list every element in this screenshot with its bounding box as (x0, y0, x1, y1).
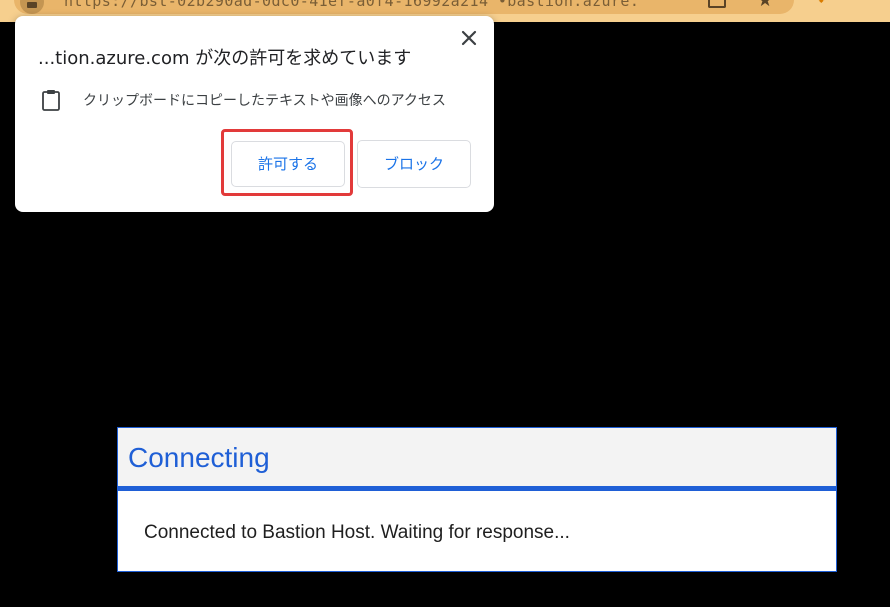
bookmark-star-icon[interactable]: ★ (757, 0, 773, 10)
dialog-header: Connecting (118, 428, 836, 486)
permission-popup: ...tion.azure.com が次の許可を求めています クリップボードにコ… (15, 16, 494, 212)
extension-icon[interactable]: ❖ (815, 0, 828, 7)
permission-description: クリップボードにコピーしたテキストや画像へのアクセス (83, 93, 446, 109)
close-icon[interactable] (457, 26, 481, 50)
dialog-title: Connecting (128, 442, 270, 473)
dialog-divider (118, 486, 836, 491)
connecting-dialog: Connecting Connected to Bastion Host. Wa… (117, 427, 837, 572)
popup-title: ...tion.azure.com が次の許可を求めています (38, 48, 412, 69)
clipboard-icon (42, 90, 60, 111)
allow-button[interactable]: 許可する (231, 141, 345, 187)
url-text[interactable]: https://bst-02b290ad-0dc0-41ef-a0f4-1699… (64, 0, 639, 10)
block-button[interactable]: ブロック (357, 140, 471, 188)
status-message: Connected to Bastion Host. Waiting for r… (144, 522, 570, 543)
tab-search-icon[interactable] (708, 0, 726, 8)
